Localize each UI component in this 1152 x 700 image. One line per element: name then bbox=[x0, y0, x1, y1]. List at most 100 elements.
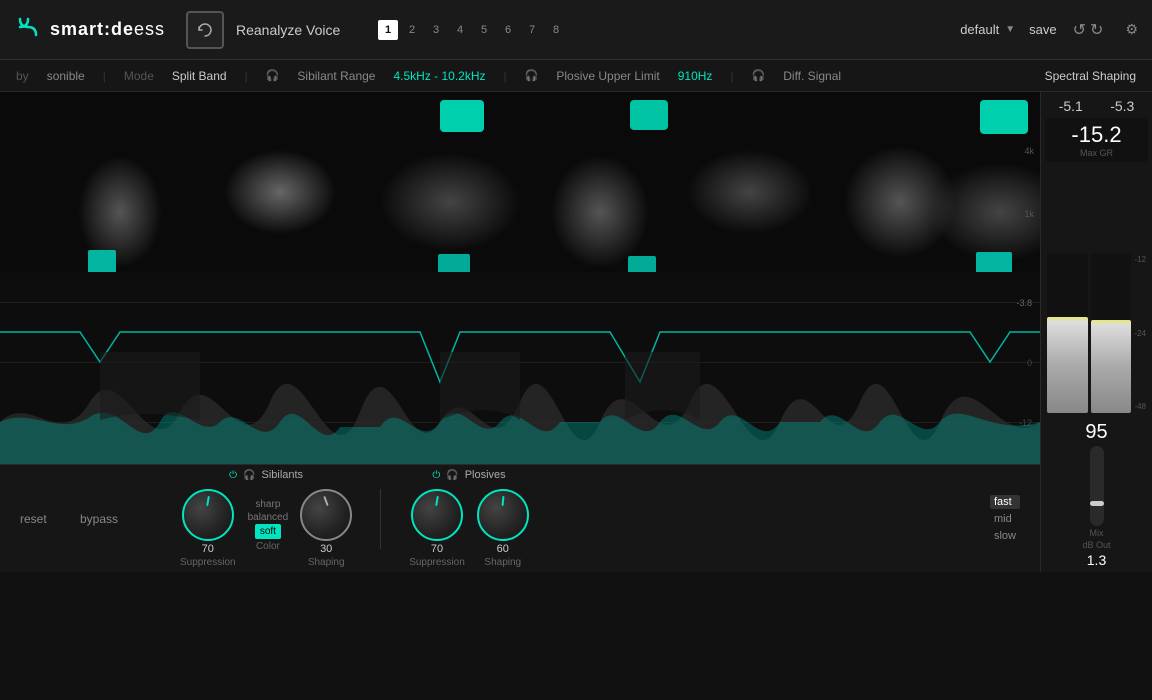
preset-4[interactable]: 4 bbox=[450, 20, 470, 40]
sibilant-range-value: 4.5kHz - 10.2kHz bbox=[393, 69, 485, 83]
right-panel: -5.1 -5.3 -15.2 Max GR -12 -24 -48 bbox=[1040, 92, 1152, 572]
cyan-blob-1 bbox=[440, 100, 484, 132]
mode-value[interactable]: Split Band bbox=[172, 69, 227, 83]
gr-display: -15.2 Max GR bbox=[1045, 118, 1148, 162]
reanalyze-button[interactable] bbox=[186, 11, 224, 49]
gr-value: -15.2 bbox=[1053, 122, 1140, 148]
speed-section: fast mid slow bbox=[990, 495, 1020, 543]
preset-name: default bbox=[960, 22, 999, 37]
meter-fill-right bbox=[1091, 320, 1132, 413]
plosive-suppression-knob[interactable] bbox=[411, 489, 463, 541]
color-sharp[interactable]: sharp bbox=[255, 498, 280, 511]
knob-indicator-3 bbox=[435, 496, 439, 506]
viz-wrapper: 4k 1k -3.8 0 -12 -24 -24 bbox=[0, 92, 1152, 572]
logo-area: smart:deess bbox=[14, 13, 174, 47]
sibilant-suppression-knob[interactable] bbox=[182, 489, 234, 541]
preset-8[interactable]: 8 bbox=[546, 20, 566, 40]
mix-slider[interactable] bbox=[1090, 446, 1104, 526]
plosive-headphone-icon[interactable]: 🎧 bbox=[525, 69, 539, 82]
plosive-suppression-label: Suppression bbox=[409, 557, 465, 568]
reanalyze-label: Reanalyze Voice bbox=[236, 22, 366, 38]
diff-signal-label[interactable]: Diff. Signal bbox=[783, 69, 841, 83]
meter-bars: -12 -24 -48 bbox=[1041, 164, 1152, 417]
meter-bar-left bbox=[1047, 253, 1088, 413]
sibilant-marker-4 bbox=[976, 252, 1012, 272]
plosive-value: 910Hz bbox=[678, 69, 713, 83]
plosives-header: ⏻ 🎧 Plosives bbox=[432, 469, 505, 481]
knob-indicator-4 bbox=[501, 496, 504, 506]
mix-value: 95 bbox=[1085, 421, 1107, 444]
plosive-suppression-knob-wrap: 70 Suppression bbox=[409, 489, 465, 568]
diff-headphone-icon[interactable]: 🎧 bbox=[752, 69, 766, 82]
plosives-label: Plosives bbox=[465, 469, 506, 481]
top-bar: smart:deess Reanalyze Voice 1 2 3 4 5 6 … bbox=[0, 0, 1152, 60]
freq-label-4k: 4k bbox=[1024, 146, 1034, 156]
preset-5[interactable]: 5 bbox=[474, 20, 494, 40]
knob-indicator bbox=[206, 496, 210, 506]
logo-text-bold: ess bbox=[134, 19, 165, 39]
logo-text-normal: smart:de bbox=[50, 19, 134, 39]
preset-2[interactable]: 2 bbox=[402, 20, 422, 40]
sibilants-power-icon[interactable]: ⏻ bbox=[229, 470, 237, 481]
sibilant-suppression-value: 70 bbox=[202, 543, 214, 555]
plosives-power-icon[interactable]: ⏻ bbox=[432, 470, 440, 481]
reset-button[interactable]: reset bbox=[20, 512, 60, 526]
sibilants-header: ⏻ 🎧 Sibilants bbox=[229, 469, 303, 481]
sibilant-shaping-value: 30 bbox=[320, 543, 332, 555]
sibilant-headphone-icon[interactable]: 🎧 bbox=[266, 69, 280, 82]
color-selector: sharp balanced soft Color bbox=[248, 498, 289, 552]
sibilant-suppression-knob-wrap: 70 Suppression bbox=[180, 489, 236, 568]
sibilant-marker-1 bbox=[88, 250, 116, 272]
plosives-section: ⏻ 🎧 Plosives 70 Suppression bbox=[409, 469, 529, 568]
freq-label-1k: 1k bbox=[1024, 209, 1034, 219]
db-out-label: dB Out bbox=[1082, 540, 1110, 550]
color-soft[interactable]: soft bbox=[255, 524, 281, 539]
preset-name-area: default ▼ save ↺ ↻ ⚙ bbox=[960, 20, 1138, 40]
speed-mid[interactable]: mid bbox=[990, 512, 1020, 526]
logo-text: smart:deess bbox=[50, 19, 165, 40]
preset-6[interactable]: 6 bbox=[498, 20, 518, 40]
sibilants-headphone-icon[interactable]: 🎧 bbox=[243, 470, 255, 481]
mix-slider-handle bbox=[1090, 501, 1104, 506]
sibilant-suppression-label: Suppression bbox=[180, 557, 236, 568]
sibilant-shaping-knob[interactable] bbox=[300, 489, 352, 541]
settings-button[interactable]: ⚙ bbox=[1125, 21, 1138, 38]
plosive-shaping-knob[interactable] bbox=[477, 489, 529, 541]
bypass-button[interactable]: bypass bbox=[80, 512, 120, 526]
plosive-shaping-label: Shaping bbox=[484, 557, 521, 568]
undo-button[interactable]: ↺ bbox=[1073, 20, 1086, 40]
by-label: by bbox=[16, 69, 29, 83]
plosive-label: Plosive Upper Limit bbox=[556, 69, 659, 83]
speed-slow[interactable]: slow bbox=[990, 529, 1020, 543]
main-visualizer: 4k 1k -3.8 0 -12 -24 -24 bbox=[0, 92, 1040, 572]
spectral-shaping-label[interactable]: Spectral Shaping bbox=[1045, 69, 1136, 83]
plosive-shaping-value: 60 bbox=[497, 543, 509, 555]
preset-dropdown-arrow[interactable]: ▼ bbox=[1005, 24, 1015, 35]
color-balanced[interactable]: balanced bbox=[248, 511, 289, 524]
sibilant-marker-3 bbox=[628, 256, 656, 272]
db-left-value: -5.1 bbox=[1059, 98, 1083, 114]
mix-section: 95 Mix dB Out 1.3 bbox=[1041, 417, 1152, 572]
sibilant-shaping-label: Shaping bbox=[308, 557, 345, 568]
preset-3[interactable]: 3 bbox=[426, 20, 446, 40]
cyan-blob-2 bbox=[630, 100, 668, 130]
meter-db-labels: -12 -24 -48 bbox=[1134, 253, 1146, 413]
preset-1[interactable]: 1 bbox=[378, 20, 398, 40]
sibilants-knobs: 70 Suppression sharp balanced soft Color bbox=[180, 489, 352, 568]
spectrogram-background bbox=[0, 92, 1040, 272]
sibilants-label: Sibilants bbox=[261, 469, 303, 481]
output-meters-header: -5.1 -5.3 bbox=[1041, 92, 1152, 116]
save-button[interactable]: save bbox=[1029, 22, 1056, 37]
knob-indicator-2 bbox=[324, 496, 329, 506]
db-tick-minus48: -48 bbox=[1134, 402, 1146, 411]
speed-fast[interactable]: fast bbox=[990, 495, 1020, 509]
plosives-headphone-icon[interactable]: 🎧 bbox=[446, 470, 458, 481]
color-options[interactable]: sharp balanced soft bbox=[248, 498, 289, 539]
preset-7[interactable]: 7 bbox=[522, 20, 542, 40]
plosive-suppression-value: 70 bbox=[431, 543, 443, 555]
spectrogram: 4k 1k bbox=[0, 92, 1040, 272]
cyan-blob-3 bbox=[980, 100, 1028, 134]
preset-numbers: 1 2 3 4 5 6 7 8 bbox=[378, 20, 566, 40]
redo-button[interactable]: ↻ bbox=[1090, 20, 1103, 40]
meter-fill-left bbox=[1047, 317, 1088, 413]
